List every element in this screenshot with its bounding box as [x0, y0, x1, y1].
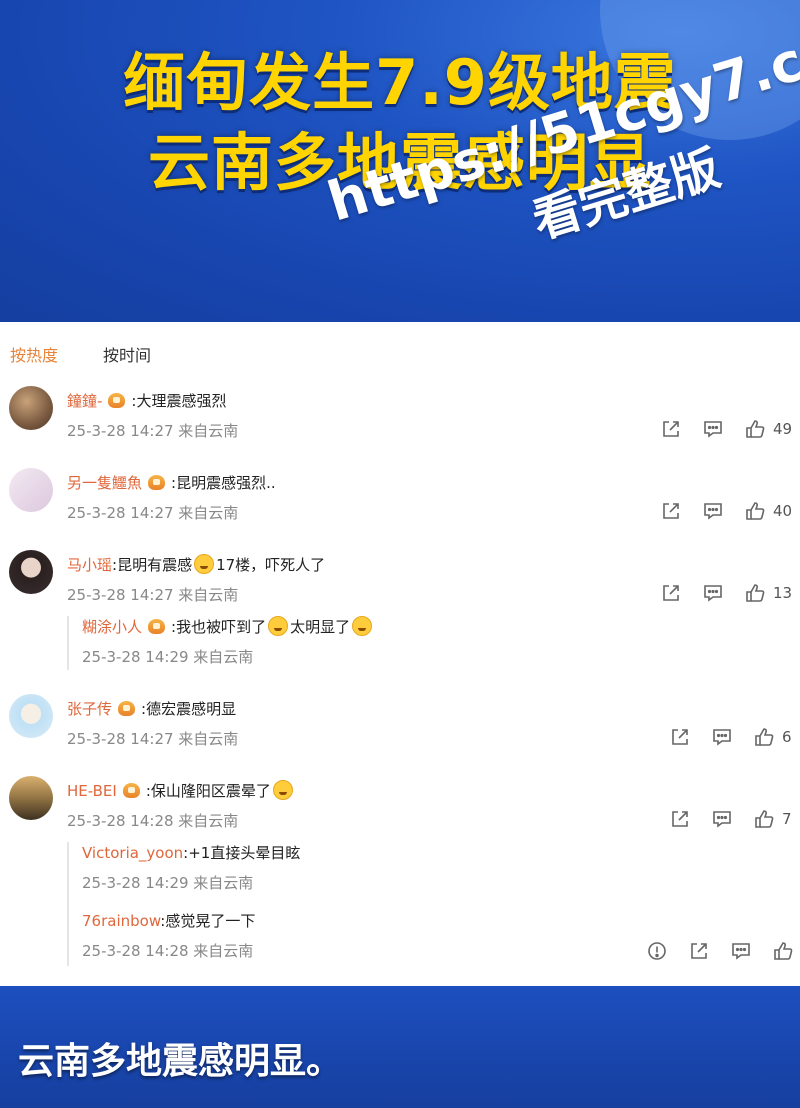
comments-panel: 按热度 按时间 鐘鐘- :大理震感强烈 25-3-28 14:27 来自云南 49…: [0, 322, 800, 986]
comment-icon[interactable]: [711, 808, 733, 830]
comment-meta: 25-3-28 14:27 来自云南: [67, 422, 239, 440]
commenter-name[interactable]: 马小瑶: [67, 556, 112, 574]
comment-text: :德宏震感明显: [141, 700, 237, 718]
reply-actions: [646, 940, 800, 964]
comment-meta: 25-3-28 14:28 来自云南: [67, 812, 239, 830]
laughing-emoji-icon: [268, 616, 289, 636]
reply-list: Victoria_yoon:+1直接头晕目眩 25-3-28 14:29 来自云…: [67, 842, 507, 966]
comment-body: 另一隻鱷魚 :昆明震感强烈..: [67, 472, 276, 493]
avatar[interactable]: [9, 694, 53, 738]
crown-badge-icon: [148, 475, 166, 490]
comment-meta: 25-3-28 14:27 来自云南: [67, 586, 239, 604]
reply-body: Victoria_yoon:+1直接头晕目眩: [82, 842, 300, 863]
like-icon[interactable]: [753, 726, 775, 748]
like-count: 6: [782, 728, 792, 746]
share-icon[interactable]: [688, 940, 710, 962]
comment-meta: 25-3-28 14:27 来自云南: [67, 730, 239, 748]
comment-icon[interactable]: [711, 726, 733, 748]
commenter-name[interactable]: 张子传: [67, 700, 112, 718]
comment-text: :昆明有震感: [112, 556, 193, 574]
comment-text: :昆明震感强烈..: [171, 474, 276, 492]
tab-sort-hot[interactable]: 按热度: [10, 342, 58, 366]
share-icon[interactable]: [669, 808, 691, 830]
comment-text: :保山隆阳区震晕了: [145, 782, 271, 800]
laughing-emoji-icon: [352, 616, 373, 636]
share-icon[interactable]: [669, 726, 691, 748]
comment-icon[interactable]: [702, 500, 724, 522]
like-icon[interactable]: [753, 808, 775, 830]
comment-body: 马小瑶:昆明有震感 17楼，吓死人了: [67, 554, 325, 575]
commenter-name[interactable]: HE-BEI: [67, 782, 117, 800]
crown-badge-icon: [118, 701, 136, 716]
like-count: 49: [773, 420, 793, 438]
commenter-name[interactable]: 另一隻鱷魚: [67, 474, 142, 492]
reply-body: 糊涂小人 :我也被吓到了 太明显了: [82, 616, 374, 637]
reply-text-tail: 太明显了: [290, 618, 351, 636]
reply-text: :+1直接头晕目眩: [183, 844, 301, 862]
headline-line-1: 缅甸发生7.9级地震: [123, 46, 677, 119]
share-icon[interactable]: [660, 418, 682, 440]
comment-body: 张子传 :德宏震感明显: [67, 698, 236, 719]
like-icon[interactable]: [744, 500, 766, 522]
avatar[interactable]: [9, 386, 53, 430]
avatar[interactable]: [9, 776, 53, 820]
comment-icon[interactable]: [702, 418, 724, 440]
share-icon[interactable]: [660, 500, 682, 522]
replier-name[interactable]: 76rainbow: [82, 912, 160, 930]
reply-text: :感觉晃了一下: [160, 912, 256, 930]
reply-meta: 25-3-28 14:29 来自云南: [82, 874, 254, 892]
comment-actions: 13: [660, 582, 800, 606]
crown-badge-icon: [108, 393, 126, 408]
crying-emoji-icon: [194, 554, 215, 574]
like-icon[interactable]: [744, 418, 766, 440]
report-icon[interactable]: [646, 940, 668, 962]
reply-body: 76rainbow:感觉晃了一下: [82, 910, 255, 931]
reply-meta: 25-3-28 14:29 来自云南: [82, 648, 254, 666]
reply-list: 糊涂小人 :我也被吓到了 太明显了 25-3-28 14:29 来自云南: [67, 616, 407, 670]
reply-text: :我也被吓到了: [171, 618, 267, 636]
like-count: 40: [773, 502, 793, 520]
like-icon[interactable]: [772, 940, 794, 962]
comment-body: HE-BEI :保山隆阳区震晕了: [67, 780, 295, 801]
caption-bar: 云南多地震感明显。: [0, 986, 800, 1108]
avatar[interactable]: [9, 550, 53, 594]
video-caption: 云南多地震感明显。: [18, 1041, 343, 1082]
avatar[interactable]: [9, 468, 53, 512]
dizzy-emoji-icon: [272, 780, 293, 800]
comment-body: 鐘鐘- :大理震感强烈: [67, 390, 226, 411]
comment-actions: 7: [669, 808, 800, 832]
like-count: 13: [773, 584, 793, 602]
comment-actions: 40: [660, 500, 800, 524]
headline-line-2: 云南多地震感明显: [147, 126, 652, 199]
comment-text-tail: 17楼，吓死人了: [216, 556, 326, 574]
comment-actions: 6: [669, 726, 800, 750]
reply-meta: 25-3-28 14:28 来自云南: [82, 942, 254, 960]
like-icon[interactable]: [744, 582, 766, 604]
replier-name[interactable]: Victoria_yoon: [82, 844, 183, 862]
tab-sort-time[interactable]: 按时间: [103, 342, 151, 366]
replier-name[interactable]: 糊涂小人: [82, 618, 142, 636]
comment-icon[interactable]: [730, 940, 752, 962]
share-icon[interactable]: [660, 582, 682, 604]
like-count: 7: [782, 810, 792, 828]
comment-icon[interactable]: [702, 582, 724, 604]
crown-badge-icon: [122, 783, 140, 798]
banner: 缅甸发生7.9级地震 云南多地震感明显: [0, 0, 800, 322]
comment-actions: 49: [660, 418, 800, 442]
crown-badge-icon: [148, 619, 166, 634]
comment-text: :大理震感强烈: [131, 392, 227, 410]
commenter-name[interactable]: 鐘鐘-: [67, 392, 102, 410]
comment-meta: 25-3-28 14:27 来自云南: [67, 504, 239, 522]
